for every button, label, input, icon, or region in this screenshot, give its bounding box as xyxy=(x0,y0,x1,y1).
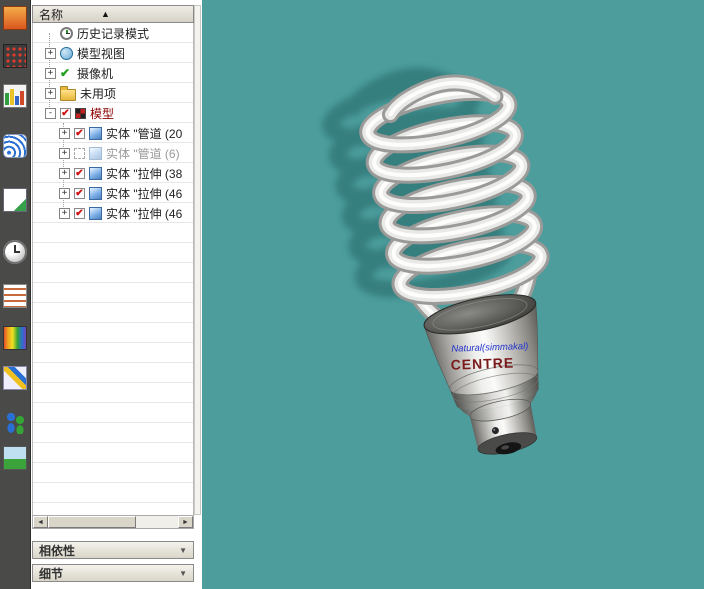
signal-icon[interactable] xyxy=(3,134,27,158)
bulb-3d-render: Natural(simmakal) CENTRE xyxy=(322,67,550,455)
chevron-down-icon[interactable]: ▼ xyxy=(179,569,187,578)
tree-vertical-scrollbar[interactable] xyxy=(194,5,201,515)
expand-icon[interactable]: + xyxy=(59,207,70,219)
checkbox[interactable]: ✔ xyxy=(74,167,85,179)
tree-item-label: 实体 "拉伸 (46 xyxy=(106,186,183,201)
checkbox[interactable]: ✔ xyxy=(74,187,85,199)
tree-horizontal-scrollbar[interactable]: ◄ ► xyxy=(32,515,194,529)
model-views-icon xyxy=(60,46,73,60)
model-tree[interactable]: 历史记录模式 + 模型视图 + 摄像机 + 未用项 - ✔ 模型 + ✔ 实体 … xyxy=(32,23,194,515)
expand-icon[interactable]: + xyxy=(59,127,70,139)
document-icon[interactable] xyxy=(3,188,27,212)
solid-cube-icon xyxy=(89,186,102,200)
bulb-centre-text: CENTRE xyxy=(450,355,514,373)
tree-item-solid-extrude-3[interactable]: + ✔ 实体 "拉伸 (46 xyxy=(33,203,193,223)
chevron-down-icon[interactable]: ▼ xyxy=(179,546,187,555)
snap-grid-icon[interactable] xyxy=(3,44,27,68)
panel-details-label: 细节 xyxy=(39,566,64,581)
camera-check-icon xyxy=(60,67,73,80)
scrollbar-thumb[interactable] xyxy=(48,516,136,528)
tree-item-label: 摄像机 xyxy=(77,66,114,81)
checkbox-unchecked[interactable] xyxy=(74,147,85,159)
tree-item-label: 实体 "管道 (20 xyxy=(106,126,183,141)
expand-icon[interactable]: + xyxy=(59,187,70,199)
layers-icon[interactable] xyxy=(3,6,27,30)
draw-tools-icon[interactable] xyxy=(3,366,27,390)
tree-item-label: 实体 "拉伸 (46 xyxy=(106,206,183,221)
image-icon[interactable] xyxy=(3,446,27,470)
chart-icon[interactable] xyxy=(3,84,27,108)
expand-icon[interactable]: + xyxy=(45,47,56,59)
tree-item-cameras[interactable]: + 摄像机 xyxy=(33,63,193,83)
tree-header-title: 名称 xyxy=(39,7,64,22)
scroll-right-button[interactable]: ► xyxy=(178,516,193,528)
checkbox[interactable]: ✔ xyxy=(74,207,85,219)
expand-icon[interactable]: + xyxy=(45,67,56,79)
tree-item-label: 历史记录模式 xyxy=(77,26,150,41)
expand-icon[interactable]: + xyxy=(59,167,70,179)
checkbox[interactable]: ✔ xyxy=(74,127,85,139)
tree-item-unused[interactable]: + 未用项 xyxy=(33,83,193,103)
cad-application-window: 名称 ▲ 历史记录模式 + 模型视图 + 摄像机 + 未用项 - ✔ 模型 xyxy=(0,0,704,589)
panel-details[interactable]: 细节 ▼ xyxy=(32,564,194,582)
panel-dependencies-label: 相依性 xyxy=(39,543,76,558)
3d-viewport[interactable]: Natural(simmakal) CENTRE xyxy=(202,0,704,589)
spiral-tube xyxy=(359,74,550,305)
people-icon[interactable] xyxy=(3,410,27,434)
tree-item-label: 实体 "管道 (6) xyxy=(106,146,180,161)
tree-item-solid-pipe-1[interactable]: + ✔ 实体 "管道 (20 xyxy=(33,123,193,143)
solid-cube-icon xyxy=(89,166,102,180)
collapse-icon[interactable]: - xyxy=(45,107,56,119)
tree-item-model-views[interactable]: + 模型视图 xyxy=(33,43,193,63)
rainbow-icon[interactable] xyxy=(3,326,27,350)
notes-icon[interactable] xyxy=(3,284,27,308)
tree-item-label: 模型视图 xyxy=(77,46,126,61)
tree-item-model[interactable]: - ✔ 模型 xyxy=(33,103,193,123)
left-toolbar xyxy=(0,0,31,589)
checkbox[interactable]: ✔ xyxy=(60,107,71,119)
tree-column-header[interactable]: 名称 ▲ xyxy=(32,5,194,23)
tree-item-history-mode[interactable]: 历史记录模式 xyxy=(33,23,193,43)
history-icon xyxy=(60,26,73,40)
tree-item-solid-extrude-1[interactable]: + ✔ 实体 "拉伸 (38 xyxy=(33,163,193,183)
model-icon xyxy=(75,107,86,119)
scrollbar-track[interactable] xyxy=(136,516,178,528)
tree-item-label: 实体 "拉伸 (38 xyxy=(106,166,183,181)
clock-icon[interactable] xyxy=(3,240,27,264)
scroll-left-button[interactable]: ◄ xyxy=(33,516,48,528)
panel-dependencies[interactable]: 相依性 ▼ xyxy=(32,541,194,559)
tree-item-solid-pipe-2[interactable]: + 实体 "管道 (6) xyxy=(33,143,193,163)
solid-cube-icon xyxy=(89,126,102,140)
tree-item-label: 模型 xyxy=(90,106,115,121)
bulb-base xyxy=(423,294,539,455)
tree-item-solid-extrude-2[interactable]: + ✔ 实体 "拉伸 (46 xyxy=(33,183,193,203)
expand-icon[interactable]: + xyxy=(59,147,70,159)
tree-item-label: 未用项 xyxy=(80,86,117,101)
solid-cube-icon xyxy=(89,146,102,160)
solid-cube-icon xyxy=(89,206,102,220)
folder-icon xyxy=(60,85,76,101)
sort-asc-icon[interactable]: ▲ xyxy=(101,9,110,19)
expand-icon[interactable]: + xyxy=(45,87,56,99)
